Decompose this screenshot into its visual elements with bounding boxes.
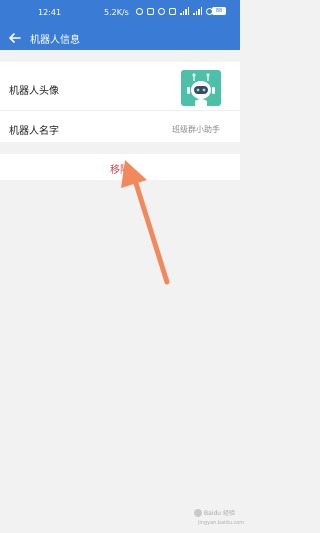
- row-divider: [0, 110, 240, 111]
- signal-icon-2: [193, 7, 202, 15]
- page-title: 机器人信息: [30, 35, 80, 46]
- avatar-row-label: 机器人头像: [9, 86, 59, 97]
- name-row-label: 机器人名字: [9, 126, 59, 137]
- vibrate-icon: [147, 7, 154, 15]
- status-time: 12:41: [38, 8, 62, 17]
- baidu-logo-icon: [194, 508, 202, 517]
- watermark-text: Baidu 经验: [204, 510, 235, 517]
- signal-icon: [180, 7, 189, 15]
- app-bar: 机器人信息: [0, 26, 240, 50]
- watermark-url: jingyan.baidu.com: [198, 520, 245, 526]
- status-bar: 12:41 5.2K/s 88: [0, 0, 240, 26]
- battery-icon: 88: [212, 7, 226, 15]
- robot-name-value[interactable]: 班级群小助手: [172, 124, 220, 135]
- network-speed: 5.2K/s: [104, 8, 129, 17]
- watermark: Baidu 经验: [194, 508, 235, 517]
- arrow-left-icon[interactable]: [6, 29, 24, 47]
- robot-info-card: 机器人头像 机器人名字 班级群小助手: [0, 62, 240, 142]
- robot-icon[interactable]: [181, 70, 221, 106]
- hd-icon: [169, 7, 176, 15]
- status-icons: [136, 7, 213, 15]
- alarm-icon: [158, 7, 165, 15]
- annotation-arrow: [121, 160, 170, 285]
- bluetooth-icon: [136, 7, 143, 15]
